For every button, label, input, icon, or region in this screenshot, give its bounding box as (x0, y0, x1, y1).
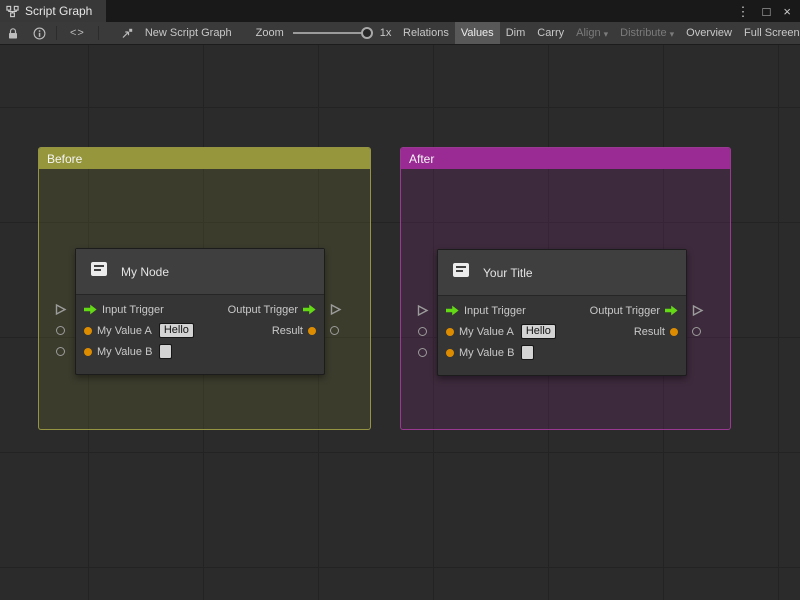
title-bar: Script Graph ⋮ □ × (0, 0, 800, 22)
value-a-label: My Value A (97, 325, 152, 337)
toolbar-button-distribute[interactable]: Distribute ▾ (614, 22, 680, 44)
node-body: Input Trigger Output Trigger My Value A … (438, 296, 686, 375)
toolbar-button-carry[interactable]: Carry (531, 22, 570, 44)
zoom-slider[interactable] (291, 22, 373, 44)
node-row-value-a: My Value A Hello Result (438, 321, 686, 342)
node-row-value-b: My Value B (76, 341, 324, 362)
value-a-field[interactable]: Hello (159, 323, 194, 338)
new-script-graph-icon (114, 27, 141, 40)
toolbar-button-align[interactable]: Align ▾ (570, 22, 614, 44)
toolbar-button-overview[interactable]: Overview (680, 22, 738, 44)
toolbar-button-values[interactable]: Values (455, 22, 500, 44)
output-trigger-port[interactable] (303, 304, 316, 315)
value-a-field[interactable]: Hello (521, 324, 556, 339)
node-row-trigger: Input Trigger Output Trigger (76, 299, 324, 320)
chevron-down-icon: ▾ (670, 29, 675, 40)
new-script-graph-button[interactable]: New Script Graph (114, 27, 236, 40)
node-my-node[interactable]: My Node Input Trigger Output Trigger (75, 248, 325, 375)
node-your-title[interactable]: Your Title Input Trigger Output Trigger (437, 249, 687, 376)
result-port[interactable] (308, 327, 316, 335)
external-value-a-handle[interactable] (56, 326, 65, 335)
external-result-handle[interactable] (330, 326, 339, 335)
node-row-trigger: Input Trigger Output Trigger (438, 300, 686, 321)
input-trigger-label: Input Trigger (102, 304, 164, 316)
external-input-trigger-handle[interactable] (416, 304, 429, 317)
output-trigger-label: Output Trigger (590, 305, 660, 317)
value-a-label: My Value A (459, 326, 514, 338)
external-value-a-handle[interactable] (418, 327, 427, 336)
new-script-graph-label: New Script Graph (141, 27, 236, 39)
external-value-b-handle[interactable] (418, 348, 427, 357)
result-port[interactable] (670, 328, 678, 336)
zoom-label: Zoom (252, 27, 288, 39)
toolbar-separator (56, 26, 57, 40)
toolbar-button-fullscreen[interactable]: Full Screen (738, 22, 800, 44)
code-icon[interactable]: <> (60, 22, 95, 44)
script-graph-window: Script Graph ⋮ □ × <> (0, 0, 800, 600)
window-controls: ⋮ □ × (737, 0, 800, 22)
value-b-label: My Value B (97, 346, 152, 358)
group-title: Before (47, 152, 82, 166)
toolbar-separator (98, 26, 99, 40)
output-trigger-port[interactable] (665, 305, 678, 316)
input-trigger-label: Input Trigger (464, 305, 526, 317)
external-value-b-handle[interactable] (56, 347, 65, 356)
value-a-port[interactable] (446, 328, 454, 336)
menu-icon[interactable]: ⋮ (737, 5, 750, 18)
node-row-value-a: My Value A Hello Result (76, 320, 324, 341)
node-header[interactable]: My Node (76, 249, 324, 295)
external-result-handle[interactable] (692, 327, 701, 336)
node-title: Your Title (483, 266, 533, 280)
input-trigger-port[interactable] (84, 304, 97, 315)
output-trigger-label: Output Trigger (228, 304, 298, 316)
result-label: Result (272, 325, 303, 337)
node-title: My Node (121, 265, 169, 279)
group-header[interactable]: Before (39, 148, 370, 169)
value-b-field[interactable] (521, 345, 534, 360)
zoom-slider-knob[interactable] (361, 27, 373, 39)
zoom-slider-track[interactable] (293, 32, 371, 34)
node-icon (88, 258, 110, 285)
graph-canvas[interactable]: Before After My Node (0, 45, 800, 600)
external-input-trigger-handle[interactable] (54, 303, 67, 316)
tab-title: Script Graph (25, 4, 92, 18)
node-header[interactable]: Your Title (438, 250, 686, 296)
value-b-label: My Value B (459, 347, 514, 359)
value-b-field[interactable] (159, 344, 172, 359)
value-b-port[interactable] (84, 348, 92, 356)
info-icon[interactable] (26, 22, 53, 44)
node-body: Input Trigger Output Trigger My Value A … (76, 295, 324, 374)
node-icon (450, 259, 472, 286)
zoom-value: 1x (376, 27, 396, 39)
script-graph-icon (6, 5, 19, 18)
tab-script-graph[interactable]: Script Graph (0, 0, 106, 22)
external-output-trigger-handle[interactable] (691, 304, 704, 317)
value-b-port[interactable] (446, 349, 454, 357)
external-output-trigger-handle[interactable] (329, 303, 342, 316)
maximize-icon[interactable]: □ (763, 5, 771, 18)
input-trigger-port[interactable] (446, 305, 459, 316)
toolbar: <> New Script Graph Zoom 1x Relations V (0, 22, 800, 45)
node-row-value-b: My Value B (438, 342, 686, 363)
toolbar-button-dim[interactable]: Dim (500, 22, 532, 44)
value-a-port[interactable] (84, 327, 92, 335)
group-header[interactable]: After (401, 148, 730, 169)
group-title: After (409, 152, 434, 166)
chevron-down-icon: ▾ (604, 29, 609, 40)
toolbar-button-relations[interactable]: Relations (397, 22, 455, 44)
lock-icon[interactable] (0, 22, 26, 44)
result-label: Result (634, 326, 665, 338)
close-icon[interactable]: × (783, 5, 791, 18)
toolbar-toggle-group: Relations Values Dim Carry Align ▾ Distr… (397, 22, 800, 44)
